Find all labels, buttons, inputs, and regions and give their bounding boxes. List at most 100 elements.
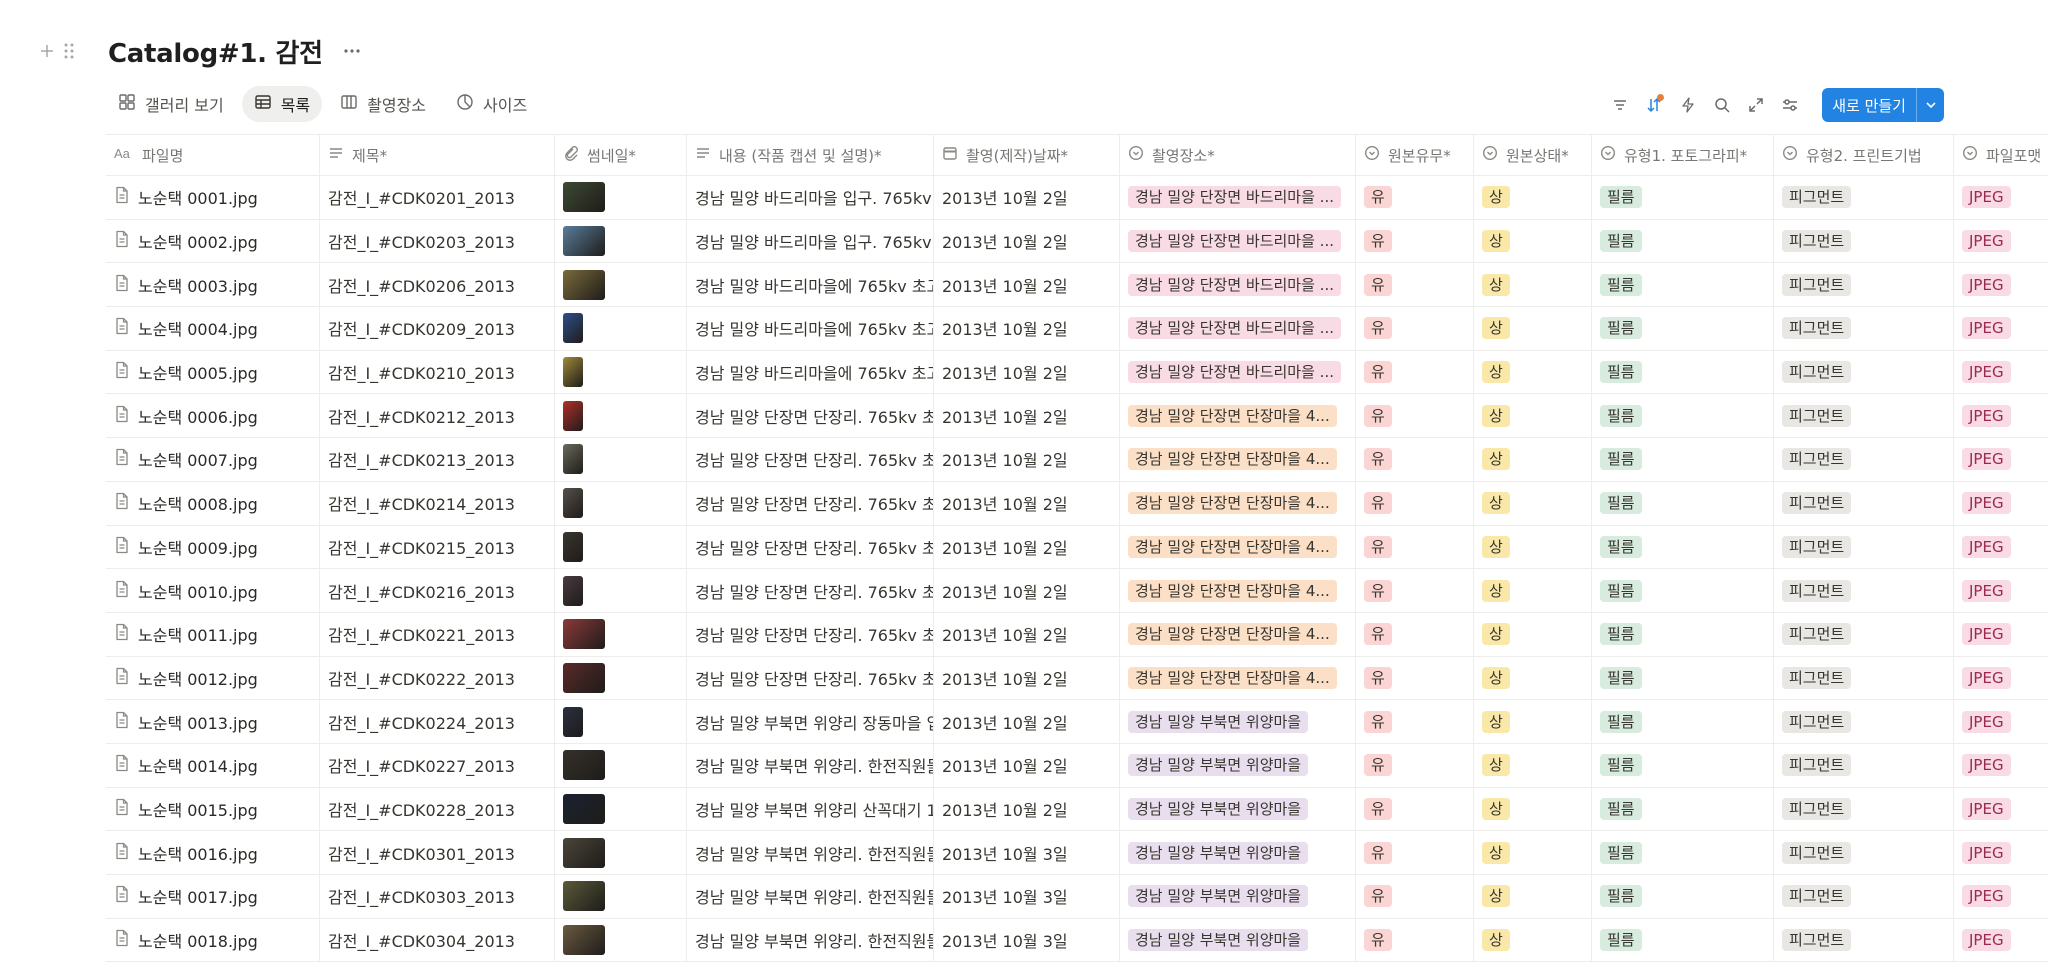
original-cell[interactable]: 유 [1356,219,1474,263]
thumbnail-cell[interactable] [555,176,687,219]
thumbnail-cell[interactable] [555,787,687,831]
settings-icon[interactable] [1776,91,1804,119]
view-tab-list[interactable]: 목록 [241,86,323,122]
view-tab-board[interactable]: 촬영장소 [328,86,438,122]
original-cell[interactable]: 유 [1356,438,1474,481]
type2-cell[interactable]: 피그먼트 [1774,481,1954,525]
date-cell[interactable]: 2013년 10월 2일 [934,176,1120,219]
state-cell[interactable]: 상 [1474,743,1592,787]
format-cell[interactable]: JPEG [1954,744,2048,787]
content-cell[interactable]: 경남 밀양 단장면 단장리. 765kv 초고 [687,656,934,700]
format-cell[interactable]: JPEG [1954,526,2048,569]
table-row[interactable]: 노순택 0017.jpg 감전_I_#CDK0303_2013 경남 밀양 부북면 … [106,875,2048,919]
thumbnail-image[interactable] [563,313,583,344]
type1-cell[interactable]: 필름 [1592,219,1774,263]
format-cell[interactable]: JPEG [1954,657,2048,700]
column-header-original[interactable]: 원본유무* [1356,135,1474,175]
title-cell[interactable]: 감전_I_#CDK0212_2013 [320,394,555,438]
place-cell[interactable]: 경남 밀양 부북면 위양마을 [1120,918,1356,962]
date-cell[interactable]: 2013년 10월 3일 [934,831,1120,874]
date-cell[interactable]: 2013년 10월 2일 [934,350,1120,394]
title-cell[interactable]: 감전_I_#CDK0215_2013 [320,525,555,569]
filename-cell[interactable]: 노순택 0004.jpg [106,307,320,350]
format-cell[interactable]: JPEG [1954,700,2048,743]
date-cell[interactable]: 2013년 10월 2일 [934,787,1120,831]
original-cell[interactable]: 유 [1356,743,1474,787]
original-cell[interactable]: 유 [1356,307,1474,350]
thumbnail-cell[interactable] [555,219,687,263]
more-options-icon[interactable] [339,38,365,64]
table-row[interactable]: 노순택 0014.jpg 감전_I_#CDK0227_2013 경남 밀양 부북면 … [106,743,2048,788]
format-cell[interactable]: JPEG [1954,438,2048,481]
original-cell[interactable]: 유 [1356,394,1474,438]
filter-icon[interactable] [1606,91,1634,119]
thumbnail-image[interactable] [563,269,605,300]
table-row[interactable]: 노순택 0002.jpg 감전_I_#CDK0203_2013 경남 밀양 바드리마… [106,219,2048,264]
type2-cell[interactable]: 피그먼트 [1774,743,1954,787]
type1-cell[interactable]: 필름 [1592,569,1774,612]
thumbnail-image[interactable] [563,400,583,431]
title-cell[interactable]: 감전_I_#CDK0301_2013 [320,831,555,874]
filename-cell[interactable]: 노순택 0015.jpg [106,787,320,831]
state-cell[interactable]: 상 [1474,481,1592,525]
place-cell[interactable]: 경남 밀양 부북면 위양마을 [1120,700,1356,743]
type1-cell[interactable]: 필름 [1592,743,1774,787]
drag-handle-icon[interactable] [58,40,80,62]
filename-cell[interactable]: 노순택 0010.jpg [106,569,320,612]
type2-cell[interactable]: 피그먼트 [1774,569,1954,612]
column-header-title[interactable]: 제목* [320,135,555,175]
title-cell[interactable]: 감전_I_#CDK0303_2013 [320,875,555,918]
original-cell[interactable]: 유 [1356,831,1474,874]
type1-cell[interactable]: 필름 [1592,831,1774,874]
place-cell[interactable]: 경남 밀양 부북면 위양마을 [1120,743,1356,787]
content-cell[interactable]: 경남 밀양 단장면 단장리. 765kv 초고 [687,481,934,525]
date-cell[interactable]: 2013년 10월 2일 [934,569,1120,612]
content-cell[interactable]: 경남 밀양 부북면 위양리. 한전직원들 [687,875,934,918]
state-cell[interactable]: 상 [1474,875,1592,918]
state-cell[interactable]: 상 [1474,525,1592,569]
state-cell[interactable]: 상 [1474,219,1592,263]
thumbnail-cell[interactable] [555,350,687,394]
thumbnail-image[interactable] [563,226,605,257]
table-row[interactable]: 노순택 0011.jpg 감전_I_#CDK0221_2013 경남 밀양 단장면 … [106,612,2048,657]
type1-cell[interactable]: 필름 [1592,700,1774,743]
state-cell[interactable]: 상 [1474,350,1592,394]
place-cell[interactable]: 경남 밀양 단장면 단장마을 4... [1120,481,1356,525]
place-cell[interactable]: 경남 밀양 단장면 단장마을 4... [1120,438,1356,481]
content-cell[interactable]: 경남 밀양 부북면 위양리. 한전직원들 [687,918,934,962]
state-cell[interactable]: 상 [1474,918,1592,962]
thumbnail-cell[interactable] [555,307,687,350]
column-header-format[interactable]: 파일포맷 [1954,135,2048,175]
column-header-place[interactable]: 촬영장소* [1120,135,1356,175]
type2-cell[interactable]: 피그먼트 [1774,787,1954,831]
title-cell[interactable]: 감전_I_#CDK0222_2013 [320,656,555,700]
place-cell[interactable]: 경남 밀양 단장면 바드리마을 ... [1120,219,1356,263]
state-cell[interactable]: 상 [1474,656,1592,700]
new-button[interactable]: 새로 만들기 [1822,88,1944,122]
thumbnail-image[interactable] [563,488,583,519]
place-cell[interactable]: 경남 밀양 단장면 단장마을 4... [1120,525,1356,569]
filename-cell[interactable]: 노순택 0018.jpg [106,918,320,962]
type1-cell[interactable]: 필름 [1592,525,1774,569]
thumbnail-image[interactable] [563,444,583,475]
state-cell[interactable]: 상 [1474,569,1592,612]
date-cell[interactable]: 2013년 10월 2일 [934,219,1120,263]
type2-cell[interactable]: 피그먼트 [1774,612,1954,656]
type2-cell[interactable]: 피그먼트 [1774,875,1954,918]
new-button-label[interactable]: 새로 만들기 [1822,88,1916,122]
filename-cell[interactable]: 노순택 0013.jpg [106,700,320,743]
format-cell[interactable]: JPEG [1954,875,2048,918]
place-cell[interactable]: 경남 밀양 부북면 위양마을 [1120,787,1356,831]
format-cell[interactable]: JPEG [1954,831,2048,874]
column-header-content[interactable]: 내용 (작품 캡션 및 설명)* [687,135,934,175]
title-cell[interactable]: 감전_I_#CDK0210_2013 [320,350,555,394]
state-cell[interactable]: 상 [1474,307,1592,350]
filename-cell[interactable]: 노순택 0016.jpg [106,831,320,874]
type2-cell[interactable]: 피그먼트 [1774,307,1954,350]
date-cell[interactable]: 2013년 10월 2일 [934,481,1120,525]
content-cell[interactable]: 경남 밀양 단장면 단장리. 765kv 초고 [687,612,934,656]
type2-cell[interactable]: 피그먼트 [1774,438,1954,481]
filename-cell[interactable]: 노순택 0002.jpg [106,219,320,263]
date-cell[interactable]: 2013년 10월 2일 [934,743,1120,787]
filename-cell[interactable]: 노순택 0011.jpg [106,612,320,656]
